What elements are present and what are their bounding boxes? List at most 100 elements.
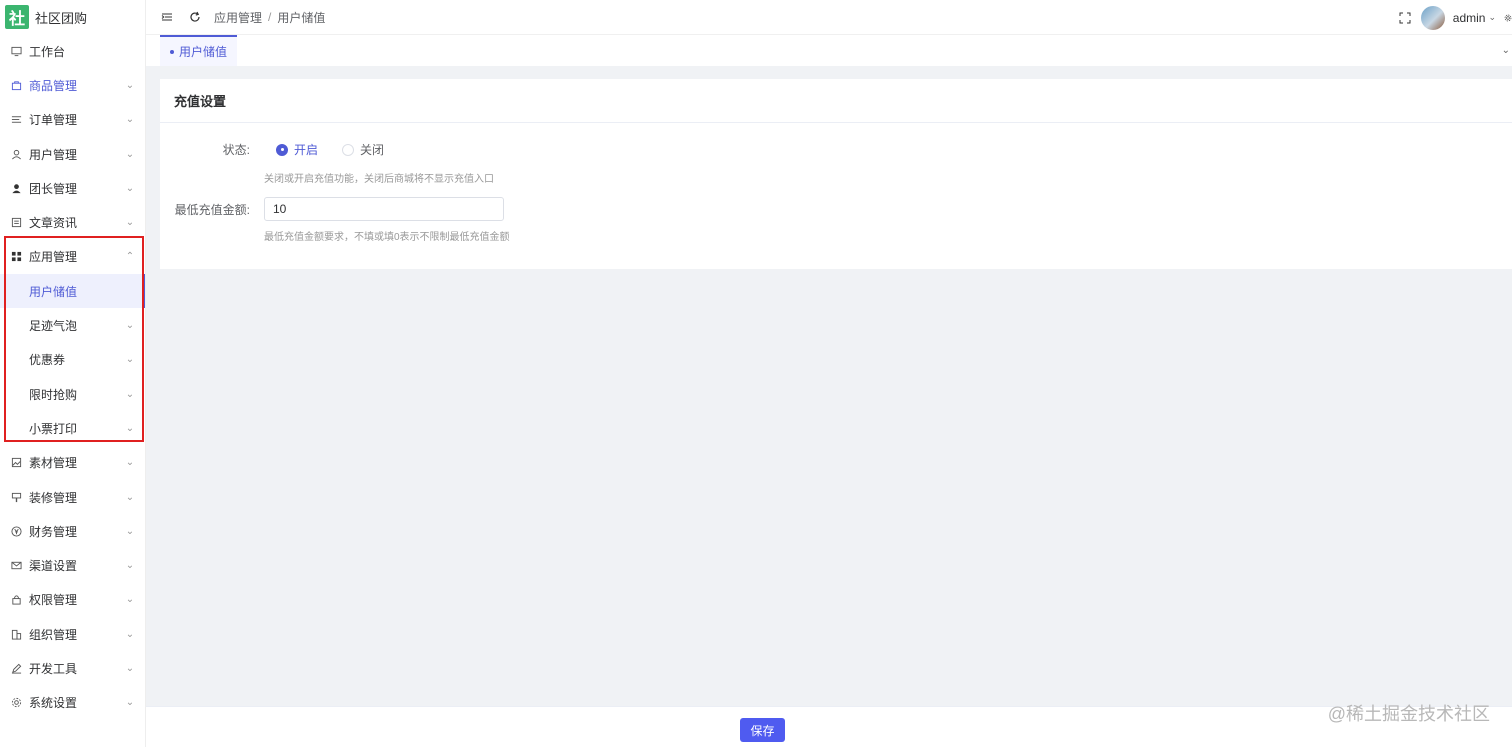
- monitor-icon: [10, 45, 22, 57]
- status-label: 状态:: [222, 143, 250, 157]
- tabs-bar: 用户储值 ⌄: [146, 35, 1512, 66]
- save-button[interactable]: 保存: [740, 718, 785, 742]
- chevron-down-icon: ⌄: [125, 594, 135, 606]
- tab-user-recharge[interactable]: 用户储值: [160, 35, 238, 66]
- sidebar-item-finance[interactable]: 财务管理 ⌄: [0, 514, 145, 548]
- submenu-item-label: 用户储值: [29, 284, 78, 299]
- chevron-up-icon: ⌃: [125, 251, 135, 263]
- username[interactable]: admin: [1453, 11, 1486, 25]
- building-icon: [10, 628, 22, 640]
- chevron-down-icon: ⌄: [125, 148, 135, 160]
- chevron-down-icon: ⌄: [125, 217, 135, 229]
- breadcrumb: 应用管理 / 用户储值: [214, 9, 325, 26]
- settings-gear-icon[interactable]: [1504, 12, 1512, 24]
- mail-icon: [10, 560, 22, 572]
- sidebar-item-leaders[interactable]: 团长管理 ⌄: [0, 171, 145, 205]
- sidebar-item-label: 团长管理: [29, 181, 78, 196]
- chevron-down-icon: ⌄: [125, 354, 135, 366]
- status-hint: 关闭或开启充值功能，关闭后商城将不显示充值入口: [264, 174, 494, 185]
- min-amount-row: 最低充值金额:: [160, 197, 504, 221]
- sidebar-item-apps[interactable]: 应用管理 ⌃: [0, 240, 145, 274]
- submenu-item-receipt-print[interactable]: 小票打印 ⌄: [0, 411, 145, 445]
- article-icon: [10, 217, 22, 229]
- watermark: @稀土掘金技术社区: [1327, 704, 1490, 724]
- refresh-icon[interactable]: [188, 10, 202, 24]
- user-solid-icon: [10, 182, 22, 194]
- chevron-down-icon: ⌄: [125, 79, 135, 91]
- gear-icon: [10, 697, 22, 709]
- sidebar-item-system-settings[interactable]: 系统设置 ⌄: [0, 686, 145, 720]
- sidebar-item-decoration[interactable]: 装修管理 ⌄: [0, 480, 145, 514]
- card-title: 充值设置: [160, 79, 1512, 123]
- submenu-item-flash-sale[interactable]: 限时抢购 ⌄: [0, 377, 145, 411]
- chevron-down-icon: ⌄: [125, 388, 135, 400]
- breadcrumb-item-current: 用户储值: [277, 10, 326, 25]
- app-name: 社区团购: [35, 10, 88, 26]
- sidebar-item-products[interactable]: 商品管理 ⌄: [0, 68, 145, 102]
- radio-checked-icon: [276, 143, 288, 156]
- yen-icon: [10, 525, 22, 537]
- sidebar-item-organization[interactable]: 组织管理 ⌄: [0, 617, 145, 651]
- brush-icon: [10, 491, 22, 503]
- submenu-item-coupons[interactable]: 优惠券 ⌄: [0, 343, 145, 377]
- chevron-down-icon: ⌄: [125, 320, 135, 332]
- radio-label: 关闭: [360, 143, 385, 157]
- chevron-down-icon[interactable]: ⌄: [1502, 45, 1510, 56]
- sidebar-item-materials[interactable]: 素材管理 ⌄: [0, 446, 145, 480]
- sidebar-item-label: 文章资讯: [29, 216, 78, 231]
- sidebar-item-orders[interactable]: 订单管理 ⌄: [0, 103, 145, 137]
- chevron-down-icon: ⌄: [125, 491, 135, 503]
- sidebar-item-workbench[interactable]: 工作台: [0, 34, 145, 68]
- apps-submenu: 用户储值 足迹气泡 ⌄ 优惠券 ⌄ 限时抢购 ⌄ 小票打印 ⌄: [0, 274, 145, 445]
- submenu-item-label: 优惠券: [29, 353, 66, 368]
- sidebar-item-label: 渠道设置: [29, 559, 78, 574]
- chevron-down-icon[interactable]: ⌄: [1488, 12, 1496, 23]
- submenu-item-footprint-bubble[interactable]: 足迹气泡 ⌄: [0, 308, 145, 342]
- sidebar-item-articles[interactable]: 文章资讯 ⌄: [0, 205, 145, 239]
- chevron-down-icon: ⌄: [125, 560, 135, 572]
- sidebar-item-label: 工作台: [29, 44, 66, 59]
- sidebar-item-label: 商品管理: [29, 78, 78, 93]
- radio-label: 开启: [294, 143, 319, 157]
- breadcrumb-separator: /: [268, 10, 272, 24]
- sidebar: 社 社区团购 工作台 商品管理 ⌄ 订单管理 ⌄ 用户管理 ⌄ 团长管理 ⌄ 文…: [0, 0, 146, 747]
- sidebar-item-label: 素材管理: [29, 456, 78, 471]
- sidebar-item-permissions[interactable]: 权限管理 ⌄: [0, 583, 145, 617]
- logo-mark: 社: [5, 5, 29, 29]
- status-radio-off[interactable]: 关闭: [342, 141, 384, 158]
- sidebar-item-channels[interactable]: 渠道设置 ⌄: [0, 548, 145, 582]
- submenu-item-label: 足迹气泡: [29, 319, 78, 334]
- min-amount-input[interactable]: [264, 197, 504, 221]
- footer-bar: 保存: [146, 706, 1512, 747]
- fullscreen-icon[interactable]: [1399, 12, 1411, 24]
- apps-grid-icon: [10, 251, 22, 263]
- chevron-down-icon: ⌄: [125, 697, 135, 709]
- avatar[interactable]: [1420, 5, 1445, 30]
- chevron-down-icon: ⌄: [125, 114, 135, 126]
- sidebar-item-label: 财务管理: [29, 524, 78, 539]
- sidebar-item-users[interactable]: 用户管理 ⌄: [0, 137, 145, 171]
- app-logo[interactable]: 社 社区团购: [0, 0, 145, 34]
- status-radio-on[interactable]: 开启: [276, 141, 318, 158]
- sidebar-item-label: 应用管理: [29, 250, 78, 265]
- sidebar-item-label: 组织管理: [29, 627, 78, 642]
- submenu-item-label: 限时抢购: [29, 387, 78, 402]
- sidebar-item-label: 权限管理: [29, 593, 78, 608]
- chevron-down-icon: ⌄: [125, 422, 135, 434]
- sidebar-item-devtools[interactable]: 开发工具 ⌄: [0, 651, 145, 685]
- recharge-settings-card: 充值设置 状态: 开启 关闭 关闭或开启充值功能，关闭后商城将不显示充值入口 最…: [160, 79, 1512, 269]
- sidebar-item-label: 系统设置: [29, 696, 78, 711]
- user-icon: [10, 148, 22, 160]
- menu-fold-icon[interactable]: [160, 10, 174, 24]
- shopping-bag-icon: [10, 79, 22, 91]
- sidebar-item-label: 装修管理: [29, 490, 78, 505]
- submenu-item-user-recharge[interactable]: 用户储值: [0, 274, 145, 309]
- breadcrumb-item[interactable]: 应用管理: [214, 9, 262, 26]
- radio-unchecked-icon: [342, 143, 355, 156]
- sidebar-item-label: 订单管理: [29, 113, 78, 128]
- sidebar-item-label: 开发工具: [29, 661, 78, 676]
- active-dot-icon: [170, 49, 174, 54]
- chevron-down-icon: ⌄: [125, 457, 135, 469]
- submenu-item-label: 小票打印: [29, 421, 78, 436]
- sidebar-item-label: 用户管理: [29, 147, 78, 162]
